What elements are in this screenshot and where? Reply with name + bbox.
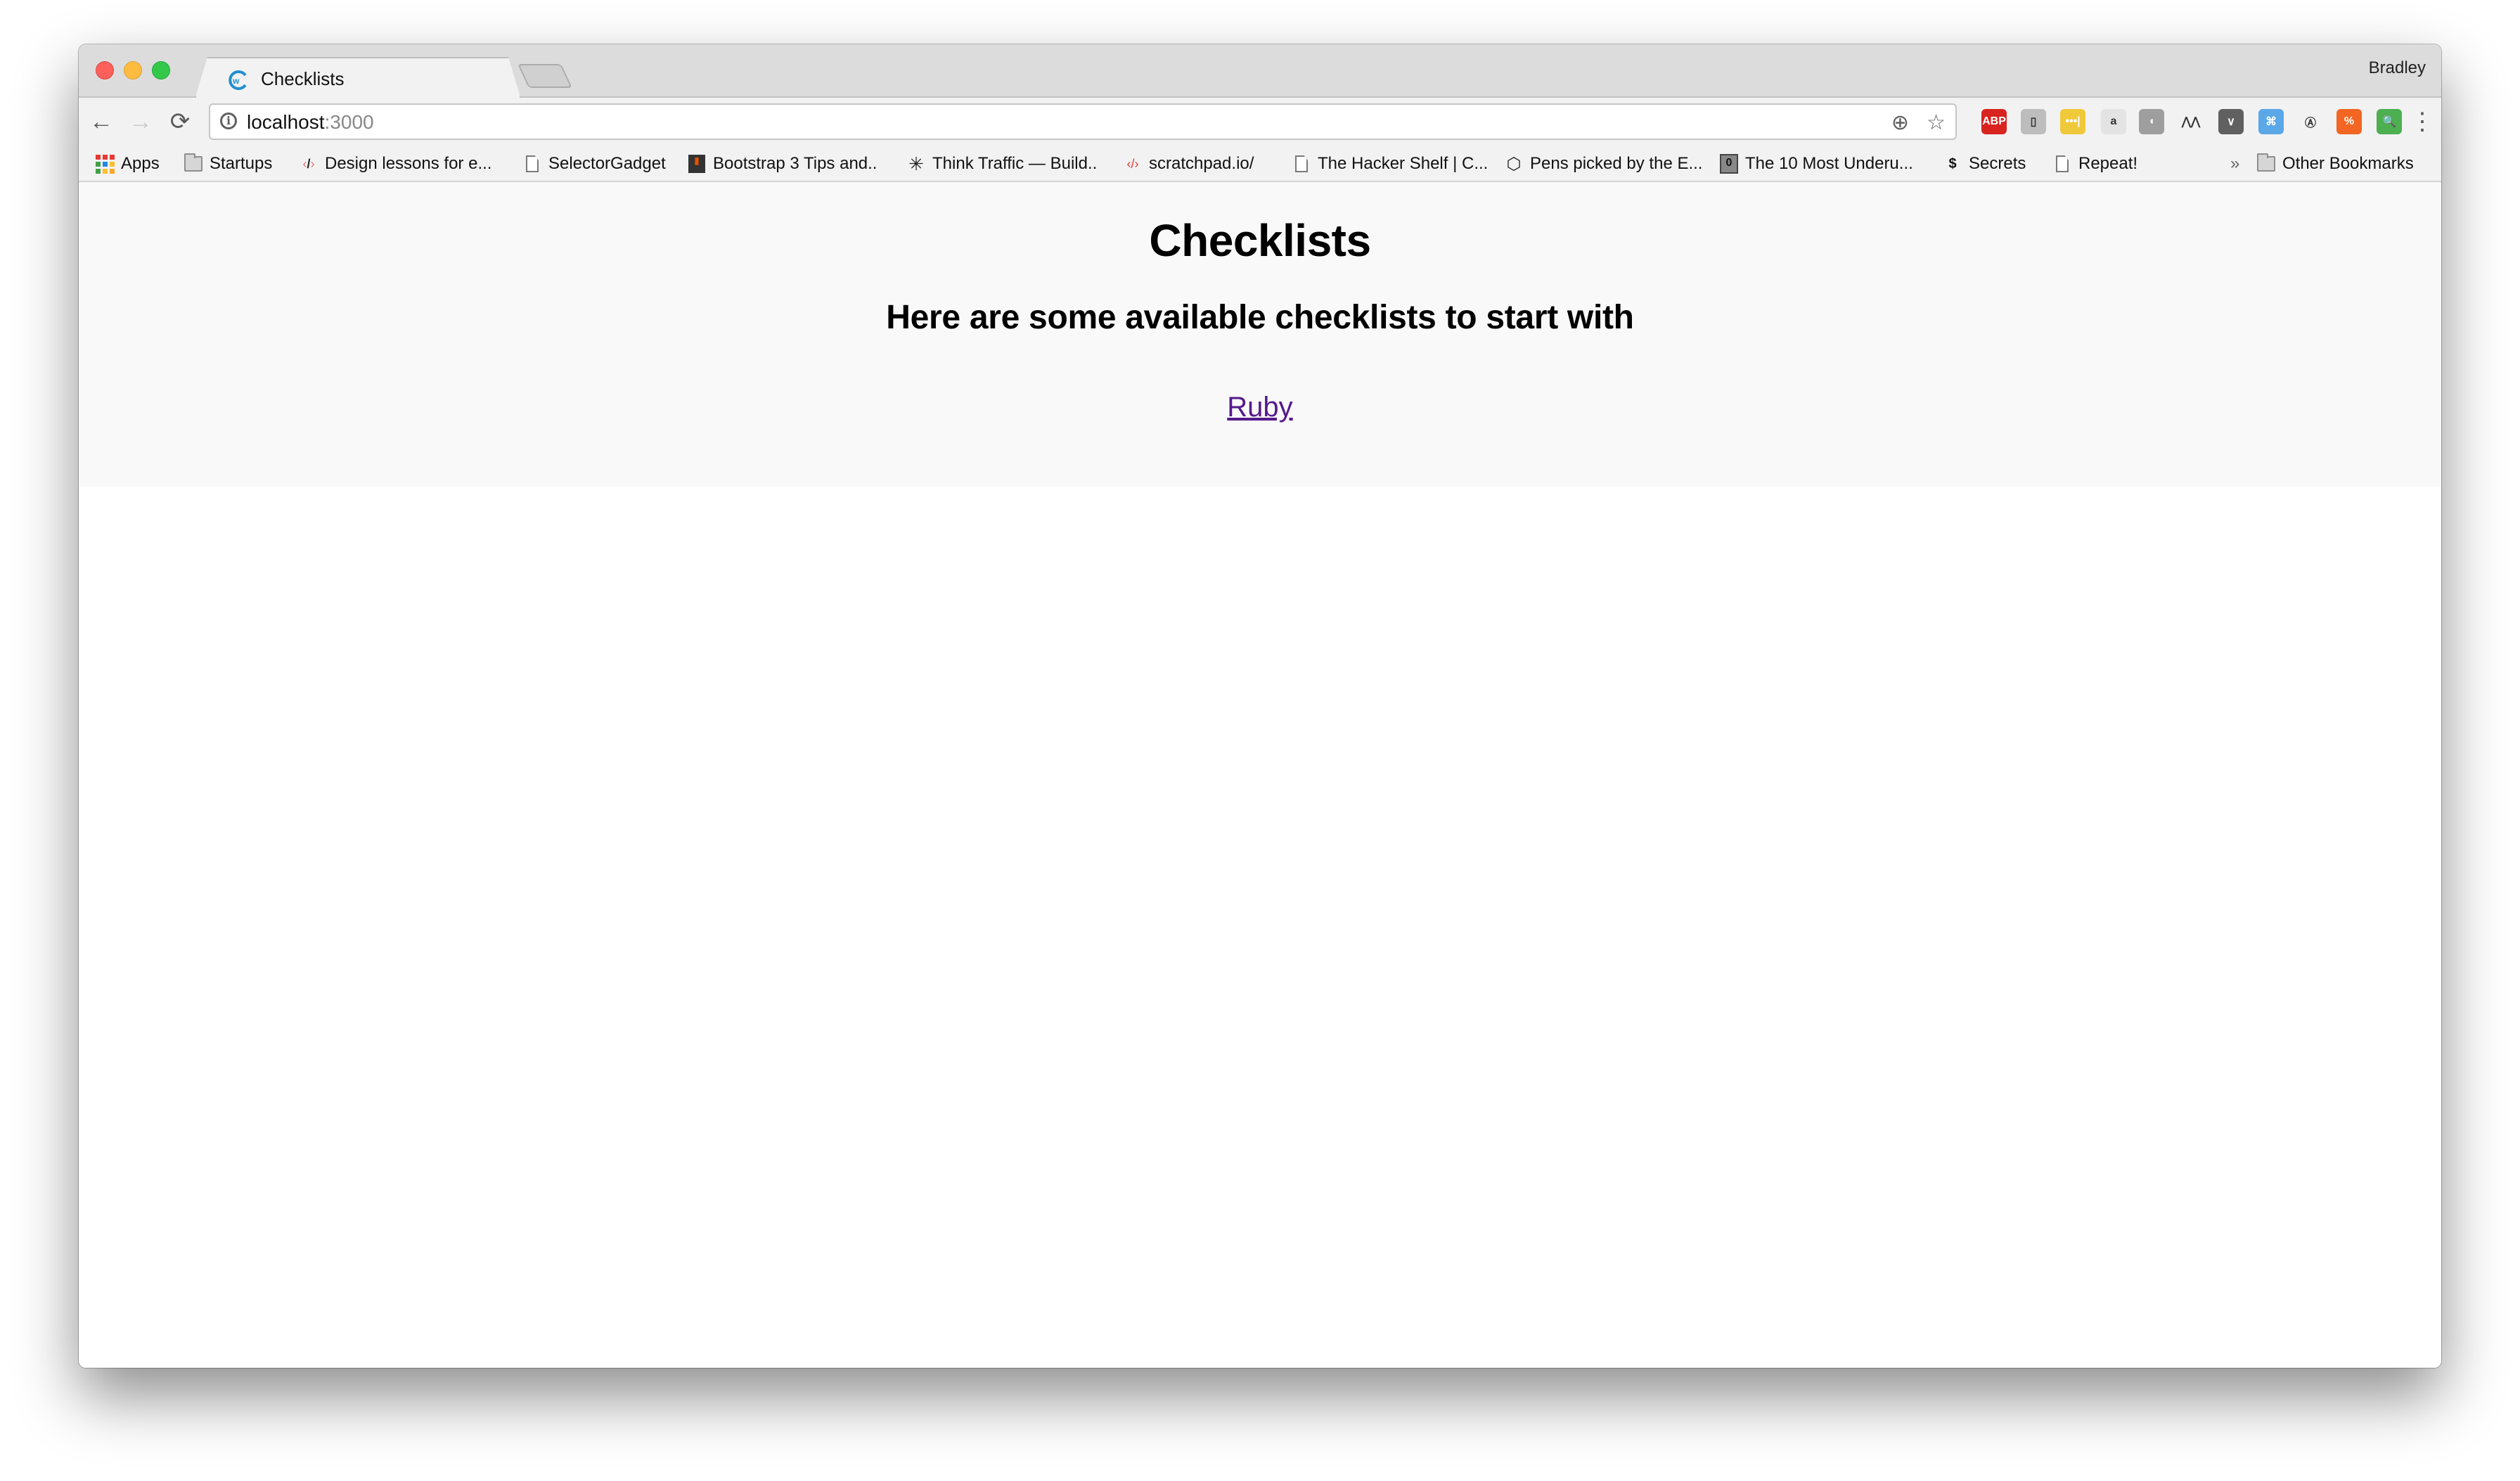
- bookmark-item[interactable]: 0 The 10 Most Underu...: [1720, 154, 1913, 174]
- zoom-icon[interactable]: ⊕: [1891, 110, 1909, 135]
- back-icon[interactable]: ←: [87, 108, 115, 136]
- code-extension-icon[interactable]: %: [2336, 109, 2362, 134]
- page-icon: [523, 155, 541, 173]
- mountain-extension-icon[interactable]: ⋀⋀: [2178, 109, 2204, 134]
- bookmark-item[interactable]: $ Secrets: [1943, 154, 2026, 174]
- page-icon: [2053, 155, 2071, 173]
- bookmark-label: Design lessons for e...: [325, 154, 492, 173]
- bookmark-label: Other Bookmarks: [2282, 154, 2414, 173]
- bookmark-star-icon[interactable]: ☆: [1927, 110, 1946, 135]
- bookmark-label: scratchpad.io/: [1149, 154, 1254, 173]
- command-extension-icon[interactable]: ⌘: [2258, 109, 2284, 134]
- bookmark-item[interactable]: ⬡ Pens picked by the E...: [1505, 154, 1703, 174]
- url-text[interactable]: localhost:3000: [247, 111, 374, 134]
- tab-title: Checklists: [261, 68, 345, 89]
- page-content: Checklists Here are some available check…: [79, 182, 2441, 1368]
- bookmark-label: Bootstrap 3 Tips and..: [713, 154, 878, 173]
- bookmark-item[interactable]: Startups: [184, 153, 273, 174]
- bookmarks-bar: Apps Startups ‹/› Design lessons for e... Se…: [79, 148, 2441, 182]
- bookmark-item[interactable]: Apps: [95, 154, 160, 174]
- forward-icon[interactable]: →: [127, 108, 155, 136]
- info-icon[interactable]: i: [220, 113, 237, 129]
- a-chat-extension-icon[interactable]: a: [2101, 109, 2126, 134]
- outlet-extension-icon[interactable]: ▯: [2021, 109, 2046, 134]
- bookmark-label: Repeat!: [2078, 154, 2138, 173]
- lastpass-icon[interactable]: •••|: [2060, 109, 2085, 134]
- bookmark-item[interactable]: ‹/› scratchpad.io/: [1124, 154, 1254, 174]
- bookmark-item[interactable]: ✳ Think Traffic — Build..: [907, 153, 1098, 174]
- codepen-icon: ⬡: [1506, 154, 1522, 174]
- folder-icon: [184, 153, 202, 173]
- tab-strip: w Checklists × Bradley: [79, 44, 2441, 98]
- browser-window: w Checklists × Bradley ← → ⟳ i localhost…: [79, 44, 2441, 1368]
- reload-icon[interactable]: ⟳: [166, 108, 194, 136]
- pocket-icon[interactable]: ∨: [2218, 109, 2244, 134]
- toolbar: ← → ⟳ i localhost:3000 ⊕ ☆ ABP ▯ •••| a ◖ ⋀⋀ ∨…: [79, 98, 2441, 148]
- code-pen-icon: ‹/›: [302, 156, 315, 171]
- adblock-plus-icon[interactable]: ABP: [1981, 109, 2007, 134]
- scratchpad-icon: ‹/›: [1126, 156, 1139, 171]
- a-circle-extension-icon[interactable]: Ⓐ: [2298, 109, 2323, 134]
- tab-checklists[interactable]: w Checklists ×: [195, 57, 521, 99]
- page-title: Checklists: [1149, 215, 1371, 266]
- bookmark-label: Think Traffic — Build..: [932, 154, 1098, 173]
- menu-icon[interactable]: ⋮: [2410, 108, 2434, 136]
- bootstrap-tips-icon: ▮: [688, 155, 706, 173]
- starburst-icon: ✳: [908, 153, 924, 174]
- url-port: :3000: [324, 111, 374, 133]
- bookmark-item[interactable]: SelectorGadget: [523, 154, 666, 174]
- bookmark-label: Secrets: [1969, 154, 2026, 173]
- bookmark-label: SelectorGadget: [548, 154, 666, 173]
- page-icon: [1292, 155, 1311, 173]
- bookmark-other-bookmarks[interactable]: Other Bookmarks: [2257, 153, 2414, 174]
- bookmark-item[interactable]: ‹/› Design lessons for e...: [300, 154, 491, 174]
- bookmark-item[interactable]: The Hacker Shelf | C...: [1292, 154, 1488, 174]
- new-tab-button[interactable]: [518, 64, 572, 88]
- close-window-button[interactable]: [96, 61, 114, 79]
- checklist-link-ruby[interactable]: Ruby: [79, 392, 2441, 423]
- profile-name[interactable]: Bradley: [2369, 58, 2426, 78]
- bookmark-item[interactable]: Repeat!: [2053, 154, 2138, 174]
- bookmark-label: Startups: [210, 154, 273, 173]
- address-bar[interactable]: i localhost:3000 ⊕ ☆: [209, 103, 1957, 140]
- svg-text:w: w: [232, 76, 240, 86]
- hero-section: Checklists Here are some available check…: [79, 182, 2441, 487]
- zero-badge-icon: 0: [1720, 154, 1738, 174]
- bookmark-label: Pens picked by the E...: [1530, 154, 1703, 173]
- maximize-window-button[interactable]: [152, 61, 170, 79]
- bookmarks-overflow-icon[interactable]: »: [2230, 154, 2239, 174]
- minimize-window-button[interactable]: [124, 61, 142, 79]
- url-host: localhost: [247, 111, 325, 133]
- gray-shield-extension-icon[interactable]: ◖: [2139, 109, 2164, 134]
- folder-icon: [2257, 153, 2275, 173]
- page-subtitle: Here are some available checklists to st…: [886, 299, 1634, 336]
- apps-grid-icon: [95, 154, 115, 174]
- bookmark-item[interactable]: ▮ Bootstrap 3 Tips and..: [688, 154, 877, 174]
- bookmark-label: The 10 Most Underu...: [1745, 154, 1913, 173]
- bookmark-label: The Hacker Shelf | C...: [1318, 154, 1489, 173]
- w-logo-icon: w: [227, 70, 248, 91]
- bookmark-label: Apps: [121, 154, 160, 173]
- green-search-extension-icon[interactable]: 🔍: [2377, 109, 2402, 134]
- dollar-icon: $: [1948, 155, 1957, 172]
